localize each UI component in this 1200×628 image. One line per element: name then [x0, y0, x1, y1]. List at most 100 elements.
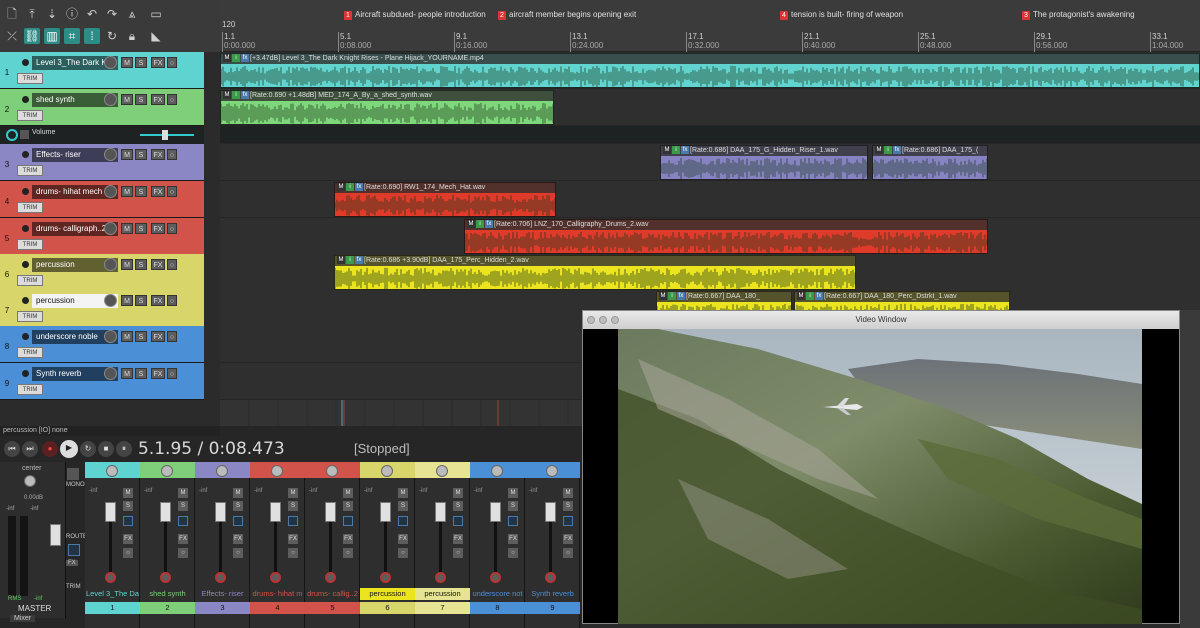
item-fx-chain-icon[interactable]: fx [893, 146, 901, 155]
strip-fx-bypass-icon[interactable]: ○ [563, 548, 573, 558]
strip-record-arm-icon[interactable] [380, 572, 391, 583]
media-item[interactable]: Mi fx [+3.47dB] Level 3_The Dark Knight Ri… [220, 53, 1200, 88]
track-7[interactable]: 7 percussion M S FX ○ TRIM [0, 290, 204, 327]
strip-mute-button[interactable]: M [233, 488, 243, 498]
fx-button[interactable]: FX [151, 149, 165, 160]
go-to-end-icon[interactable]: ⏭ [22, 441, 38, 457]
volume-fader[interactable] [435, 502, 446, 522]
strip-fx-button[interactable]: FX [288, 534, 298, 544]
strip-phase-icon[interactable] [178, 516, 188, 526]
master-fx-button[interactable]: FX [66, 560, 78, 566]
item-grouping-icon[interactable]: ⛓ [24, 28, 40, 44]
strip-phase-icon[interactable] [123, 516, 133, 526]
strip-mute-button[interactable]: M [508, 488, 518, 498]
volume-fader[interactable] [160, 502, 171, 522]
track-volume-knob[interactable] [104, 222, 117, 235]
trim-button[interactable]: TRIM [17, 384, 43, 395]
lock-icon[interactable]: 🔒︎ [124, 28, 140, 44]
mute-button[interactable]: M [121, 259, 133, 270]
strip-record-arm-icon[interactable] [105, 572, 116, 583]
strip-name[interactable]: drums- hihat m [250, 588, 305, 600]
strip-phase-icon[interactable] [563, 516, 573, 526]
track-9[interactable]: 9 Synth reverb M S FX ○ TRIM [0, 363, 204, 400]
strip-phase-icon[interactable] [233, 516, 243, 526]
time-display[interactable]: 5.1.95 / 0:08.473 [138, 439, 285, 459]
item-fx-chain-icon[interactable]: fx [681, 146, 689, 155]
strip-fx-button[interactable]: FX [453, 534, 463, 544]
strip-mute-button[interactable]: M [123, 488, 133, 498]
strip-name[interactable]: Effects- riser [195, 588, 250, 600]
strip-record-arm-icon[interactable] [545, 572, 556, 583]
strip-solo-button[interactable]: S [123, 501, 133, 511]
fx-button[interactable]: FX [151, 57, 165, 68]
item-fx-icon[interactable]: i [232, 54, 240, 63]
solo-button[interactable]: S [135, 94, 147, 105]
strip-mute-button[interactable]: M [563, 488, 573, 498]
strip-phase-icon[interactable] [453, 516, 463, 526]
strip-fx-button[interactable]: FX [233, 534, 243, 544]
solo-button[interactable]: S [135, 186, 147, 197]
new-project-icon[interactable]: 🗋 [4, 6, 20, 22]
strip-name[interactable]: Synth reverb [525, 588, 580, 600]
item-fx-chain-icon[interactable]: fx [677, 292, 685, 301]
volume-fader[interactable] [215, 502, 226, 522]
mute-button[interactable]: M [121, 186, 133, 197]
solo-button[interactable]: S [135, 57, 147, 68]
pan-knob[interactable] [546, 465, 558, 477]
solo-button[interactable]: S [135, 223, 147, 234]
strip-solo-button[interactable]: S [288, 501, 298, 511]
media-item[interactable]: Mi fx [Rate:0.686 +3.90dB] DAA_175_Perc_Hi… [334, 255, 856, 290]
snap-icon[interactable]: ⌗ [64, 28, 80, 44]
mute-button[interactable]: M [121, 331, 133, 342]
item-lock-icon[interactable]: M [223, 91, 231, 100]
strip-solo-button[interactable]: S [343, 501, 353, 511]
minimize-window-icon[interactable] [599, 316, 607, 324]
record-arm-icon[interactable] [22, 188, 29, 195]
route-button[interactable]: ROUTE [66, 534, 87, 540]
project-marker[interactable]: 3 The protagonist's awakening [1022, 10, 1135, 20]
media-item[interactable]: Mi fx [Rate:0.686] DAA_175_( [872, 145, 988, 180]
zoom-window-icon[interactable] [611, 316, 619, 324]
item-fx-chain-icon[interactable]: fx [485, 220, 493, 229]
strip-phase-icon[interactable] [288, 516, 298, 526]
grid-settings-icon[interactable]: ▭ [148, 6, 164, 22]
strip-fx-bypass-icon[interactable]: ○ [343, 548, 353, 558]
track-volume-knob[interactable] [104, 148, 117, 161]
strip-mute-button[interactable]: M [453, 488, 463, 498]
strip-fx-bypass-icon[interactable]: ○ [178, 548, 188, 558]
item-fx-icon[interactable]: i [232, 91, 240, 100]
volume-fader[interactable] [490, 502, 501, 522]
video-window-titlebar[interactable]: Video Window [583, 311, 1179, 329]
master-trim-button[interactable]: TRIM [66, 584, 81, 590]
fx-button[interactable]: FX [151, 368, 165, 379]
mono-button[interactable]: MONO [66, 482, 85, 488]
track-volume-knob[interactable] [104, 367, 117, 380]
track-volume-knob[interactable] [104, 185, 117, 198]
strip-solo-button[interactable]: S [563, 501, 573, 511]
trim-button[interactable]: TRIM [17, 202, 43, 213]
strip-name[interactable]: Level 3_The Da [85, 588, 140, 600]
fx-bypass-icon[interactable]: ○ [167, 331, 177, 342]
item-fx-icon[interactable]: i [806, 292, 814, 301]
envelope-arm-icon[interactable] [20, 130, 29, 139]
item-lock-icon[interactable]: M [337, 256, 345, 265]
trim-button[interactable]: TRIM [17, 165, 43, 176]
pan-knob[interactable] [491, 465, 503, 477]
record-arm-icon[interactable] [22, 96, 29, 103]
strip-fx-bypass-icon[interactable]: ○ [398, 548, 408, 558]
fx-bypass-icon[interactable]: ○ [167, 295, 177, 306]
fx-bypass-icon[interactable]: ○ [167, 57, 177, 68]
strip-name[interactable]: percussion [360, 588, 415, 600]
pan-knob[interactable] [161, 465, 173, 477]
track-3[interactable]: 3 Effects- riser M S FX ○ TRIM [0, 144, 204, 181]
strip-fx-bypass-icon[interactable]: ○ [453, 548, 463, 558]
envelope-lock-icon[interactable]: ▥ [44, 28, 60, 44]
pause-icon[interactable]: ⏸ [116, 441, 132, 457]
trim-button[interactable]: TRIM [17, 275, 43, 286]
strip-mute-button[interactable]: M [178, 488, 188, 498]
item-fx-icon[interactable]: i [346, 183, 354, 192]
strip-name[interactable]: percussion [415, 588, 470, 600]
item-fx-icon[interactable]: i [668, 292, 676, 301]
record-arm-icon[interactable] [22, 59, 29, 66]
fx-button[interactable]: FX [151, 259, 165, 270]
